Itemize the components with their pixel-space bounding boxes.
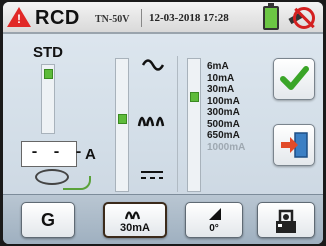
page-title: RCD (35, 7, 80, 29)
pulsating-wave-icon[interactable] (137, 110, 167, 128)
current-option[interactable]: 6mA (207, 61, 245, 73)
current-slider-marker[interactable] (190, 92, 199, 102)
header-divider (141, 9, 142, 27)
exit-button[interactable] (273, 124, 315, 166)
g-button[interactable]: G (21, 202, 75, 238)
current-option[interactable]: 10mA (207, 73, 245, 85)
warning-icon (7, 7, 31, 27)
measured-unit: A (85, 146, 96, 163)
waveform-slider-marker[interactable] (118, 114, 127, 124)
confirm-button[interactable] (273, 58, 315, 100)
instrument-screen: RCD TN-50V 12-03-2018 17:28 STD - - - A … (3, 2, 323, 244)
current-option-disabled: 1000mA (207, 141, 246, 153)
datetime: 12-03-2018 17:28 (149, 12, 229, 24)
no-connection-icon (287, 6, 319, 30)
checkmark-icon (279, 64, 309, 99)
current-slider-track[interactable] (187, 58, 201, 192)
current-option[interactable]: 30mA (207, 84, 245, 96)
waveform-slider-track[interactable] (115, 58, 129, 192)
current-option[interactable]: 100mA (207, 96, 245, 108)
mode-label: STD (33, 44, 63, 61)
settings-device-icon (274, 207, 300, 240)
dc-wave-icon[interactable] (139, 168, 165, 182)
current-option[interactable]: 650mA (207, 130, 245, 142)
waveform-current-label: 30mA (120, 222, 150, 234)
header-bar: RCD TN-50V 12-03-2018 17:28 (3, 2, 323, 34)
measured-value: - - - (30, 144, 86, 161)
current-option[interactable]: 500mA (207, 119, 245, 131)
g-button-label: G (40, 210, 55, 230)
settings-button[interactable] (257, 202, 315, 238)
current-option[interactable]: 300mA (207, 107, 245, 119)
exit-door-icon (279, 131, 309, 164)
phase-angle-label: 0° (209, 223, 219, 234)
system-type: TN-50V (95, 14, 130, 25)
mode-slider-marker[interactable] (44, 69, 53, 79)
panel-divider (177, 56, 178, 192)
battery-icon (263, 3, 279, 30)
current-options-list: 6mA 10mA 30mA 100mA 300mA 500mA 650mA 10… (207, 61, 245, 153)
phase-angle-button[interactable]: 0° (185, 202, 243, 238)
sine-wave-icon[interactable] (141, 56, 165, 74)
probe-cable-icon (63, 176, 91, 190)
waveform-current-button[interactable]: 30mA (103, 202, 167, 238)
